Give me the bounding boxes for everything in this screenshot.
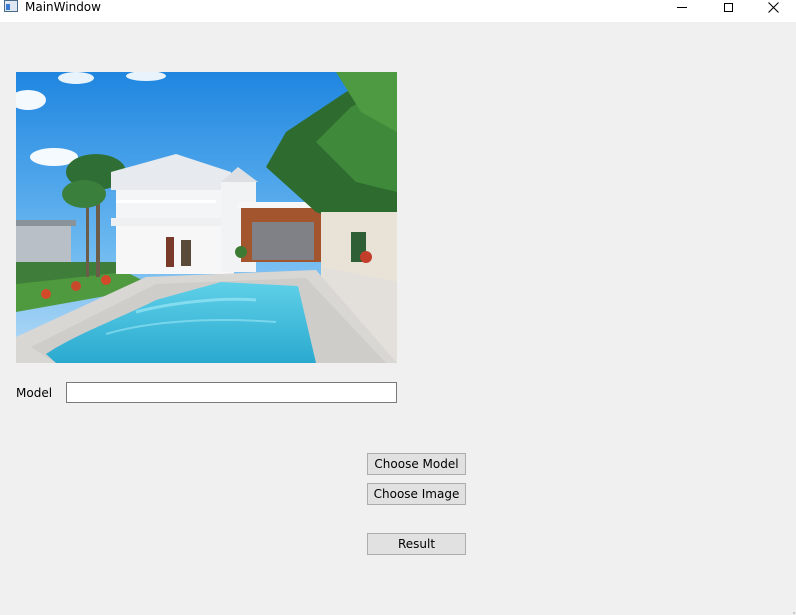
- resize-grip-icon[interactable]: [789, 608, 795, 614]
- maximize-button[interactable]: [705, 0, 751, 14]
- house-pool-photo: [16, 72, 397, 363]
- window-title: MainWindow: [25, 0, 101, 14]
- model-label: Model: [16, 386, 53, 400]
- result-button[interactable]: Result: [367, 533, 466, 555]
- main-window: MainWindow Model Choose Model Choose Ima…: [0, 0, 796, 615]
- maximize-icon: [723, 2, 733, 12]
- image-preview: [16, 72, 397, 363]
- title-bar[interactable]: MainWindow: [0, 0, 796, 22]
- close-icon: [767, 1, 779, 13]
- model-path-input[interactable]: [66, 382, 397, 403]
- minimize-button[interactable]: [659, 0, 705, 14]
- minimize-icon: [677, 6, 687, 8]
- app-icon: [4, 0, 18, 12]
- choose-image-button[interactable]: Choose Image: [367, 483, 466, 505]
- close-button[interactable]: [750, 0, 796, 14]
- choose-model-button[interactable]: Choose Model: [367, 453, 466, 475]
